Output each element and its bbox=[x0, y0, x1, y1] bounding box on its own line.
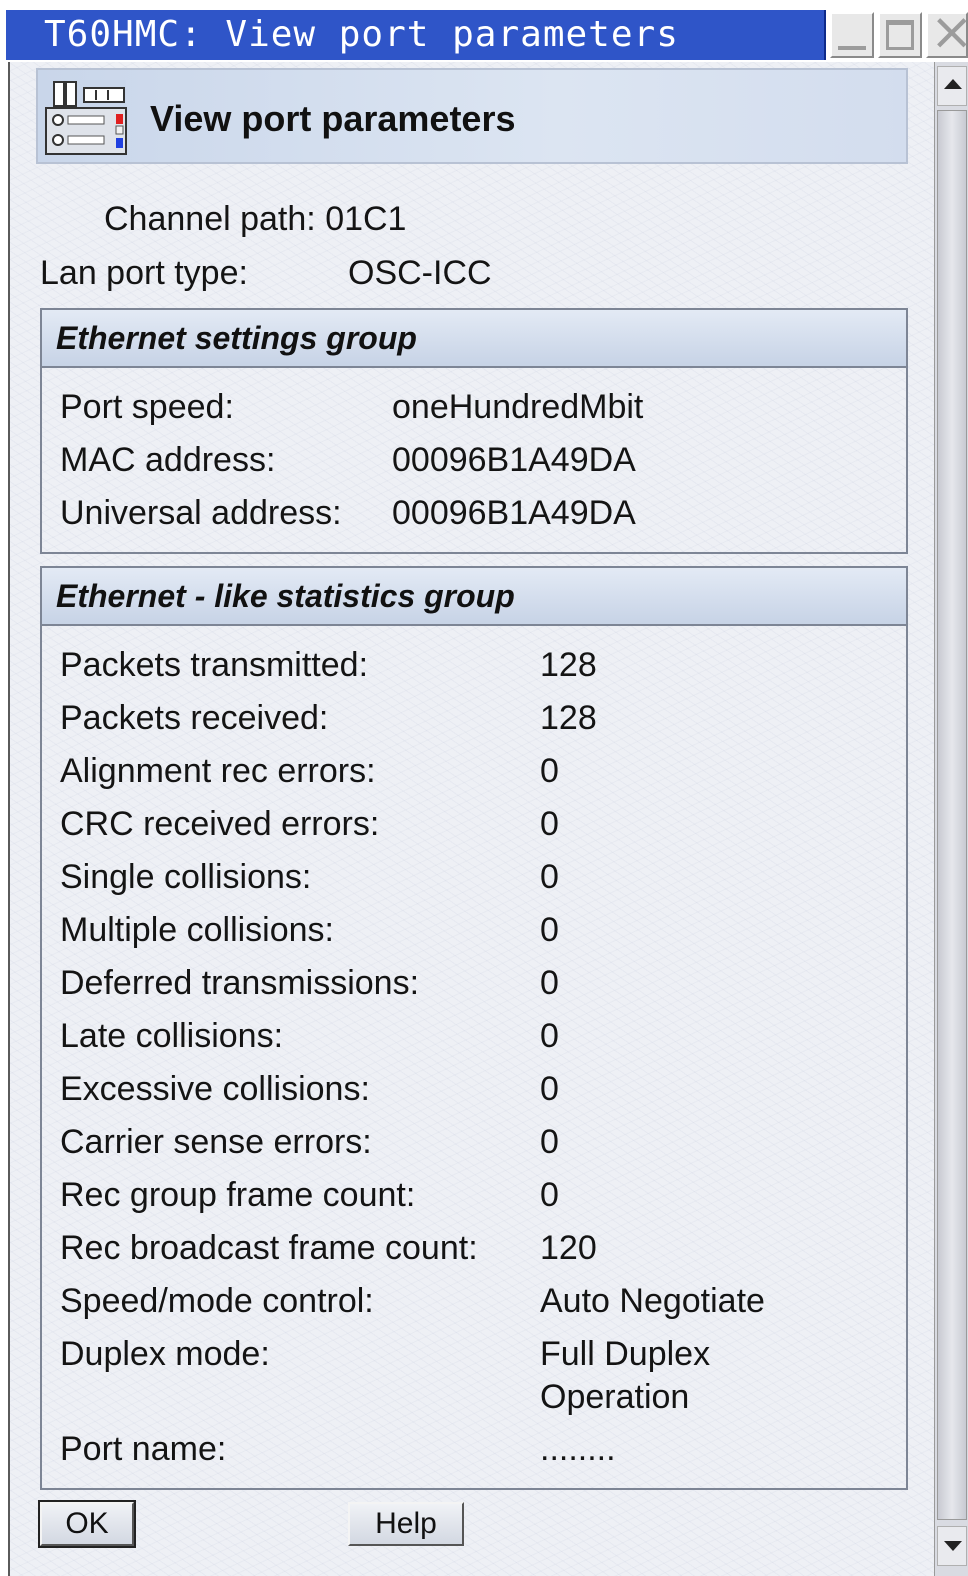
channel-path-label: Channel path: bbox=[104, 200, 316, 238]
multiple-collisions-value: 0 bbox=[540, 911, 559, 949]
port-hardware-icon bbox=[45, 80, 127, 156]
carrier-sense-errors-label: Carrier sense errors: bbox=[60, 1123, 372, 1161]
lan-port-type-label: Lan port type: bbox=[40, 254, 248, 292]
late-collisions-value: 0 bbox=[540, 1017, 559, 1055]
vertical-scrollbar[interactable] bbox=[934, 62, 968, 1576]
minimize-button[interactable] bbox=[830, 12, 874, 58]
mac-address-label: MAC address: bbox=[60, 441, 276, 479]
maximize-icon bbox=[886, 20, 914, 50]
arrow-down-icon bbox=[944, 1541, 962, 1551]
ethernet-statistics-group: Ethernet - like statistics group Packets… bbox=[40, 566, 908, 1490]
crc-received-errors-value: 0 bbox=[540, 805, 559, 843]
group-header: Ethernet settings group bbox=[42, 310, 906, 368]
rec-broadcast-frame-count-label: Rec broadcast frame count: bbox=[60, 1229, 478, 1267]
speed-mode-control-value: Auto Negotiate bbox=[540, 1282, 765, 1320]
rec-group-frame-count-value: 0 bbox=[540, 1176, 559, 1214]
deferred-transmissions-label: Deferred transmissions: bbox=[60, 964, 420, 1002]
rec-broadcast-frame-count-value: 120 bbox=[540, 1229, 597, 1267]
scroll-down-button[interactable] bbox=[937, 1526, 967, 1566]
deferred-transmissions-value: 0 bbox=[540, 964, 559, 1002]
page-title: View port parameters bbox=[150, 98, 516, 139]
alignment-rec-errors-value: 0 bbox=[540, 752, 559, 790]
port-speed-label: Port speed: bbox=[60, 388, 234, 426]
late-collisions-label: Late collisions: bbox=[60, 1017, 284, 1055]
speed-mode-control-label: Speed/mode control: bbox=[60, 1282, 374, 1320]
packets-received-label: Packets received: bbox=[60, 699, 329, 737]
close-button[interactable]: × bbox=[926, 6, 968, 58]
scroll-thumb[interactable] bbox=[937, 110, 967, 1520]
close-icon: × bbox=[930, 2, 968, 62]
carrier-sense-errors-value: 0 bbox=[540, 1123, 559, 1161]
multiple-collisions-label: Multiple collisions: bbox=[60, 911, 334, 949]
maximize-button[interactable] bbox=[878, 12, 922, 58]
lan-port-type-row: Lan port type: bbox=[40, 254, 248, 293]
duplex-mode-label: Duplex mode: bbox=[60, 1335, 270, 1373]
arrow-up-icon bbox=[944, 79, 962, 89]
excessive-collisions-value: 0 bbox=[540, 1070, 559, 1108]
rec-group-frame-count-label: Rec group frame count: bbox=[60, 1176, 416, 1214]
channel-path-row: Channel path: 01C1 bbox=[104, 200, 406, 239]
dialog-body: View port parameters Channel path: 01C1 … bbox=[8, 62, 936, 1576]
ok-button[interactable]: OK bbox=[38, 1500, 136, 1548]
group-title: Ethernet settings group bbox=[56, 320, 417, 356]
lan-port-type-value-wrap: OSC-ICC bbox=[348, 254, 492, 293]
excessive-collisions-label: Excessive collisions: bbox=[60, 1070, 370, 1108]
help-button[interactable]: Help bbox=[348, 1502, 464, 1546]
minimize-icon bbox=[838, 46, 866, 50]
duplex-mode-value: Full Duplex bbox=[540, 1335, 711, 1373]
port-name-value: ........ bbox=[540, 1430, 616, 1468]
universal-address-label: Universal address: bbox=[60, 494, 342, 532]
lan-port-type-value: OSC-ICC bbox=[348, 254, 492, 292]
crc-received-errors-label: CRC received errors: bbox=[60, 805, 380, 843]
universal-address-value: 00096B1A49DA bbox=[392, 494, 636, 532]
single-collisions-label: Single collisions: bbox=[60, 858, 312, 896]
mac-address-value: 00096B1A49DA bbox=[392, 441, 636, 479]
packets-received-value: 128 bbox=[540, 699, 597, 737]
dialog-window: T60HMC: View port parameters × View port… bbox=[0, 0, 968, 1576]
group-title: Ethernet - like statistics group bbox=[56, 578, 515, 614]
ethernet-settings-group: Ethernet settings group Port speed: oneH… bbox=[40, 308, 908, 554]
header-panel: View port parameters bbox=[36, 68, 908, 164]
single-collisions-value: 0 bbox=[540, 858, 559, 896]
title-bar[interactable]: T60HMC: View port parameters × bbox=[0, 0, 968, 62]
port-speed-value: oneHundredMbit bbox=[392, 388, 644, 426]
port-name-label: Port name: bbox=[60, 1430, 227, 1468]
duplex-mode-value-line2: Operation bbox=[540, 1378, 690, 1416]
alignment-rec-errors-label: Alignment rec errors: bbox=[60, 752, 376, 790]
packets-transmitted-value: 128 bbox=[540, 646, 597, 684]
scroll-up-button[interactable] bbox=[937, 66, 967, 106]
window-title: T60HMC: View port parameters bbox=[44, 14, 679, 55]
packets-transmitted-label: Packets transmitted: bbox=[60, 646, 369, 684]
group-header: Ethernet - like statistics group bbox=[42, 568, 906, 626]
channel-path-value: 01C1 bbox=[325, 200, 407, 238]
